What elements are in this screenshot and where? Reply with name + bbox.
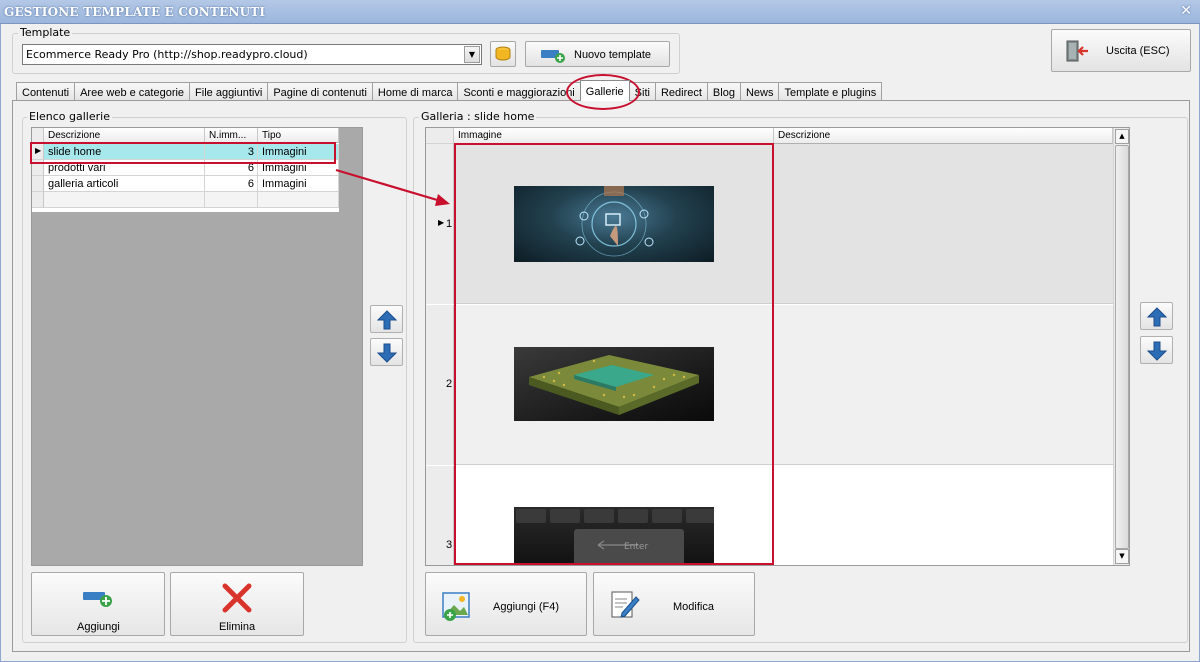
tab-aree-web-e-categorie[interactable]: Aree web e categorie [74,82,191,101]
add-template-icon [541,50,565,63]
header-corner [32,128,44,143]
tab-contenuti[interactable]: Contenuti [16,82,76,101]
new-template-button[interactable]: Nuovo template [525,41,670,67]
tab-news[interactable]: News [739,82,780,101]
col-header-description: Descrizione [44,128,205,143]
tab-pagine-di-contenuti[interactable]: Pagine di contenuti [267,82,373,101]
arrow-up-icon [1147,307,1167,327]
delete-gallery-label: Elimina [219,621,256,633]
add-gallery-button[interactable]: Aggiungi [31,572,165,636]
template-select[interactable]: Ecommerce Ready Pro (http://shop.readypr… [22,44,482,65]
move-up-button[interactable] [370,305,403,333]
new-row-cell[interactable] [205,192,258,208]
col-header-type: Tipo [258,128,339,143]
highlight-image-column [454,143,774,565]
tab-sconti-e-maggiorazioni[interactable]: Sconti e maggiorazioni [457,82,581,101]
chevron-down-icon[interactable]: ▼ [464,46,480,63]
database-icon [495,46,511,61]
image-move-down-button[interactable] [1140,336,1173,364]
col-header-count: N.imm... [205,128,258,143]
tab-redirect[interactable]: Redirect [654,82,708,101]
database-button[interactable] [490,41,516,67]
gallery-list-label: Elenco gallerie [27,110,112,123]
image-move-up-button[interactable] [1140,302,1173,330]
add-image-icon [442,592,470,621]
edit-image-label: Modifica [673,601,714,613]
delete-x-icon [222,583,252,613]
new-row-indicator[interactable] [32,192,44,208]
close-icon[interactable]: ✕ [1180,3,1192,19]
gallery-detail-label: Galleria : slide home [419,110,537,123]
window-title: GESTIONE TEMPLATE E CONTENUTI [4,5,266,19]
edit-image-button[interactable]: Modifica [593,572,755,636]
move-down-button[interactable] [370,338,403,366]
exit-button[interactable]: Uscita (ESC) [1051,29,1191,72]
template-group-label: Template [18,26,73,39]
row-number: 3 [446,539,453,551]
tab-home-di-marca[interactable]: Home di marca [371,82,459,101]
add-image-button[interactable]: Aggiungi (F4) [425,572,587,636]
tab-file-aggiuntivi[interactable]: File aggiuntivi [189,82,269,101]
scroll-up-icon[interactable]: ▲ [1115,129,1129,144]
edit-pencil-icon [611,591,640,618]
add-image-label: Aggiungi (F4) [493,601,560,613]
col-header-image: Immagine [454,128,774,144]
tab-gallerie[interactable]: Gallerie [579,80,630,101]
new-template-label: Nuovo template [574,49,652,61]
arrow-down-icon [1147,341,1167,361]
header-corner [426,128,454,144]
tab-blog[interactable]: Blog [706,82,741,101]
gallery-list-grid: Descrizione N.imm... Tipo ▶ slide home 3 Im… [31,127,363,566]
exit-door-icon [1066,40,1088,62]
col-header-description: Descrizione [774,128,1113,144]
arrow-down-icon [377,343,397,363]
add-icon [83,592,112,607]
template-select-value: Ecommerce Ready Pro (http://shop.readypr… [26,48,308,61]
gallery-cell-desc[interactable]: galleria articoli [44,176,205,192]
exit-label: Uscita (ESC) [1106,45,1170,57]
annotation-arrow [335,168,450,206]
scroll-down-icon[interactable]: ▼ [1115,549,1129,564]
gallery-cell-count[interactable]: 6 [205,176,258,192]
add-gallery-label: Aggiungi [77,621,120,633]
arrow-up-icon [377,310,397,330]
vertical-scrollbar[interactable]: ▲ ▼ [1113,128,1129,565]
row-number: 2 [446,378,453,390]
row-indicator[interactable] [32,176,44,192]
delete-gallery-button[interactable]: Elimina [170,572,304,636]
new-row-cell[interactable] [258,192,339,208]
tab-strip: Contenuti Aree web e categorie File aggiun… [16,80,883,101]
title-bar: GESTIONE TEMPLATE E CONTENUTI ✕ [0,0,1200,24]
gallery-cell-type[interactable]: Immagini [258,176,339,192]
highlight-selected-row [30,142,336,164]
tab-template-e-plugins[interactable]: Template e plugins [778,82,883,101]
scrollbar-thumb[interactable] [1115,145,1129,549]
new-row-cell[interactable] [44,192,205,208]
